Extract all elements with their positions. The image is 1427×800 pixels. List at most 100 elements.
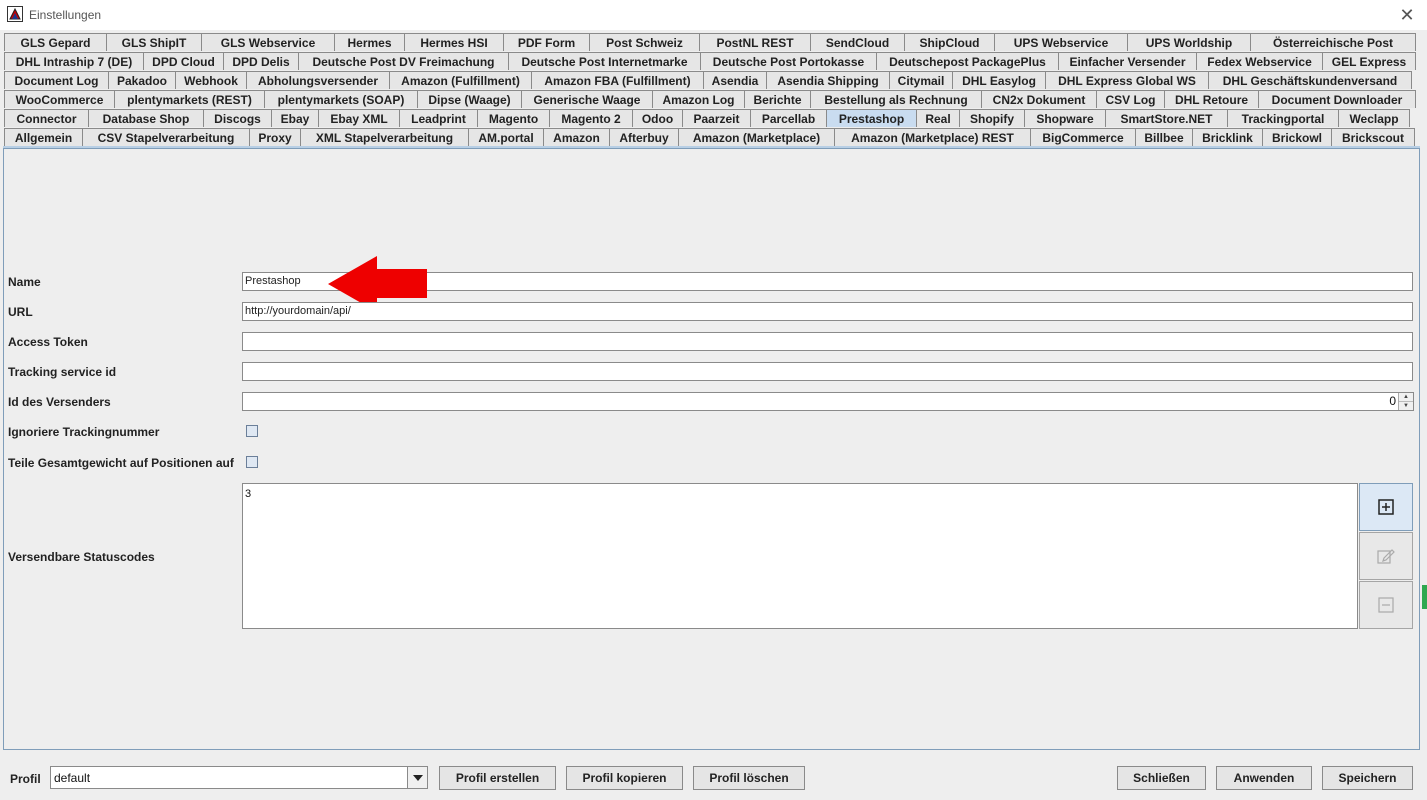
tab-pdf-form[interactable]: PDF Form bbox=[503, 33, 590, 51]
tab-dhl-express-global-ws[interactable]: DHL Express Global WS bbox=[1045, 71, 1209, 89]
tab-ups-worldship[interactable]: UPS Worldship bbox=[1127, 33, 1251, 51]
tab-deutsche-post-portokasse[interactable]: Deutsche Post Portokasse bbox=[700, 52, 877, 70]
tab-shipcloud[interactable]: ShipCloud bbox=[904, 33, 995, 51]
chevron-down-icon[interactable] bbox=[407, 767, 427, 788]
tab-dpd-delis[interactable]: DPD Delis bbox=[223, 52, 299, 70]
profile-select[interactable]: default bbox=[50, 766, 428, 789]
spin-up-icon[interactable]: ▲ bbox=[1399, 393, 1413, 402]
tab-gel-express[interactable]: GEL Express bbox=[1322, 52, 1416, 70]
tab-trackingportal[interactable]: Trackingportal bbox=[1227, 109, 1339, 127]
tab-ebay[interactable]: Ebay bbox=[271, 109, 319, 127]
tab-post-schweiz[interactable]: Post Schweiz bbox=[589, 33, 700, 51]
tab-sendcloud[interactable]: SendCloud bbox=[810, 33, 905, 51]
tab-document-log[interactable]: Document Log bbox=[4, 71, 109, 89]
tab-deutsche-post-internetmarke[interactable]: Deutsche Post Internetmarke bbox=[508, 52, 701, 70]
tab-ebay-xml[interactable]: Ebay XML bbox=[318, 109, 400, 127]
tab-einfacher-versender[interactable]: Einfacher Versender bbox=[1058, 52, 1197, 70]
status-codes-textarea[interactable]: 3 bbox=[242, 483, 1358, 629]
tab-bestellung-als-rechnung[interactable]: Bestellung als Rechnung bbox=[810, 90, 982, 108]
spin-down-icon[interactable]: ▼ bbox=[1399, 402, 1413, 410]
tab-gls-gepard[interactable]: GLS Gepard bbox=[4, 33, 107, 51]
create-profile-button[interactable]: Profil erstellen bbox=[439, 766, 556, 790]
tab-gls-webservice[interactable]: GLS Webservice bbox=[201, 33, 335, 51]
tab-real[interactable]: Real bbox=[916, 109, 960, 127]
tab-generische-waage[interactable]: Generische Waage bbox=[521, 90, 653, 108]
tab-dhl-retoure[interactable]: DHL Retoure bbox=[1164, 90, 1259, 108]
tab-allgemein[interactable]: Allgemein bbox=[4, 128, 83, 146]
tab-magento-2[interactable]: Magento 2 bbox=[549, 109, 633, 127]
tab-connector[interactable]: Connector bbox=[4, 109, 89, 127]
tab-bricklink[interactable]: Bricklink bbox=[1192, 128, 1263, 146]
tab-abholungsversender[interactable]: Abholungsversender bbox=[246, 71, 390, 89]
tab-asendia-shipping[interactable]: Asendia Shipping bbox=[766, 71, 890, 89]
delete-profile-button[interactable]: Profil löschen bbox=[693, 766, 805, 790]
split-weight-checkbox[interactable] bbox=[246, 456, 258, 468]
tab-shopware[interactable]: Shopware bbox=[1024, 109, 1106, 127]
save-button[interactable]: Speichern bbox=[1322, 766, 1413, 790]
copy-profile-button[interactable]: Profil kopieren bbox=[566, 766, 683, 790]
tab-hermes[interactable]: Hermes bbox=[334, 33, 405, 51]
remove-status-button[interactable] bbox=[1359, 581, 1413, 629]
tab-citymail[interactable]: Citymail bbox=[889, 71, 953, 89]
tab-proxy[interactable]: Proxy bbox=[249, 128, 301, 146]
tab-amazon-fba-fulfillment[interactable]: Amazon FBA (Fulfillment) bbox=[531, 71, 704, 89]
tab-afterbuy[interactable]: Afterbuy bbox=[609, 128, 679, 146]
tab-magento[interactable]: Magento bbox=[477, 109, 550, 127]
tab-gls-shipit[interactable]: GLS ShipIT bbox=[106, 33, 202, 51]
tab-amazon-fulfillment[interactable]: Amazon (Fulfillment) bbox=[389, 71, 532, 89]
tab-cn2x-dokument[interactable]: CN2x Dokument bbox=[981, 90, 1097, 108]
close-icon[interactable]: ✕ bbox=[1395, 3, 1419, 27]
tab-plentymarkets-soap[interactable]: plentymarkets (SOAP) bbox=[264, 90, 418, 108]
tab-asendia[interactable]: Asendia bbox=[703, 71, 767, 89]
tab-dhl-easylog[interactable]: DHL Easylog bbox=[952, 71, 1046, 89]
tab-pakadoo[interactable]: Pakadoo bbox=[108, 71, 176, 89]
tab-smartstore-net[interactable]: SmartStore.NET bbox=[1105, 109, 1228, 127]
tab-leadprint[interactable]: Leadprint bbox=[399, 109, 478, 127]
close-button[interactable]: Schließen bbox=[1117, 766, 1206, 790]
tab-odoo[interactable]: Odoo bbox=[632, 109, 683, 127]
tab-österreichische-post[interactable]: Österreichische Post bbox=[1250, 33, 1416, 51]
tab-prestashop[interactable]: Prestashop bbox=[826, 109, 917, 127]
tab-dpd-cloud[interactable]: DPD Cloud bbox=[143, 52, 224, 70]
versender-id-spinner[interactable]: 0 ▲ ▼ bbox=[242, 392, 1414, 411]
tab-amazon[interactable]: Amazon bbox=[543, 128, 610, 146]
tab-billbee[interactable]: Billbee bbox=[1135, 128, 1193, 146]
tab-ups-webservice[interactable]: UPS Webservice bbox=[994, 33, 1128, 51]
tab-dhl-intraship-7-de[interactable]: DHL Intraship 7 (DE) bbox=[4, 52, 144, 70]
tracking-service-field[interactable] bbox=[242, 362, 1413, 381]
tab-parcellab[interactable]: Parcellab bbox=[750, 109, 827, 127]
tab-woocommerce[interactable]: WooCommerce bbox=[4, 90, 115, 108]
tab-berichte[interactable]: Berichte bbox=[744, 90, 811, 108]
tab-shopify[interactable]: Shopify bbox=[959, 109, 1025, 127]
tab-bigcommerce[interactable]: BigCommerce bbox=[1030, 128, 1136, 146]
access-token-field[interactable] bbox=[242, 332, 1413, 351]
tab-deutschepost-packageplus[interactable]: Deutschepost PackagePlus bbox=[876, 52, 1059, 70]
tab-fedex-webservice[interactable]: Fedex Webservice bbox=[1196, 52, 1323, 70]
tab-discogs[interactable]: Discogs bbox=[203, 109, 272, 127]
ignore-tracking-checkbox[interactable] bbox=[246, 425, 258, 437]
edit-status-button[interactable] bbox=[1359, 532, 1413, 580]
tab-paarzeit[interactable]: Paarzeit bbox=[682, 109, 751, 127]
tab-csv-log[interactable]: CSV Log bbox=[1096, 90, 1165, 108]
tab-hermes-hsi[interactable]: Hermes HSI bbox=[404, 33, 504, 51]
tab-deutsche-post-dv-freimachung[interactable]: Deutsche Post DV Freimachung bbox=[298, 52, 509, 70]
tab-csv-stapelverarbeitung[interactable]: CSV Stapelverarbeitung bbox=[82, 128, 250, 146]
tab-database-shop[interactable]: Database Shop bbox=[88, 109, 204, 127]
tab-weclapp[interactable]: Weclapp bbox=[1338, 109, 1410, 127]
tab-brickscout[interactable]: Brickscout bbox=[1331, 128, 1415, 146]
tab-am-portal[interactable]: AM.portal bbox=[468, 128, 544, 146]
tab-amazon-marketplace-rest[interactable]: Amazon (Marketplace) REST bbox=[834, 128, 1031, 146]
tab-plentymarkets-rest[interactable]: plentymarkets (REST) bbox=[114, 90, 265, 108]
tab-brickowl[interactable]: Brickowl bbox=[1262, 128, 1332, 146]
tab-dipse-waage[interactable]: Dipse (Waage) bbox=[417, 90, 522, 108]
url-field[interactable]: http://yourdomain/api/ bbox=[242, 302, 1413, 321]
tab-postnl-rest[interactable]: PostNL REST bbox=[699, 33, 811, 51]
tab-amazon-marketplace[interactable]: Amazon (Marketplace) bbox=[678, 128, 835, 146]
tab-xml-stapelverarbeitung[interactable]: XML Stapelverarbeitung bbox=[300, 128, 469, 146]
tab-webhook[interactable]: Webhook bbox=[175, 71, 247, 89]
apply-button[interactable]: Anwenden bbox=[1216, 766, 1312, 790]
add-status-button[interactable] bbox=[1359, 483, 1413, 531]
tab-document-downloader[interactable]: Document Downloader bbox=[1258, 90, 1416, 108]
tab-amazon-log[interactable]: Amazon Log bbox=[652, 90, 745, 108]
tab-dhl-geschäftskundenversand[interactable]: DHL Geschäftskundenversand bbox=[1208, 71, 1412, 89]
